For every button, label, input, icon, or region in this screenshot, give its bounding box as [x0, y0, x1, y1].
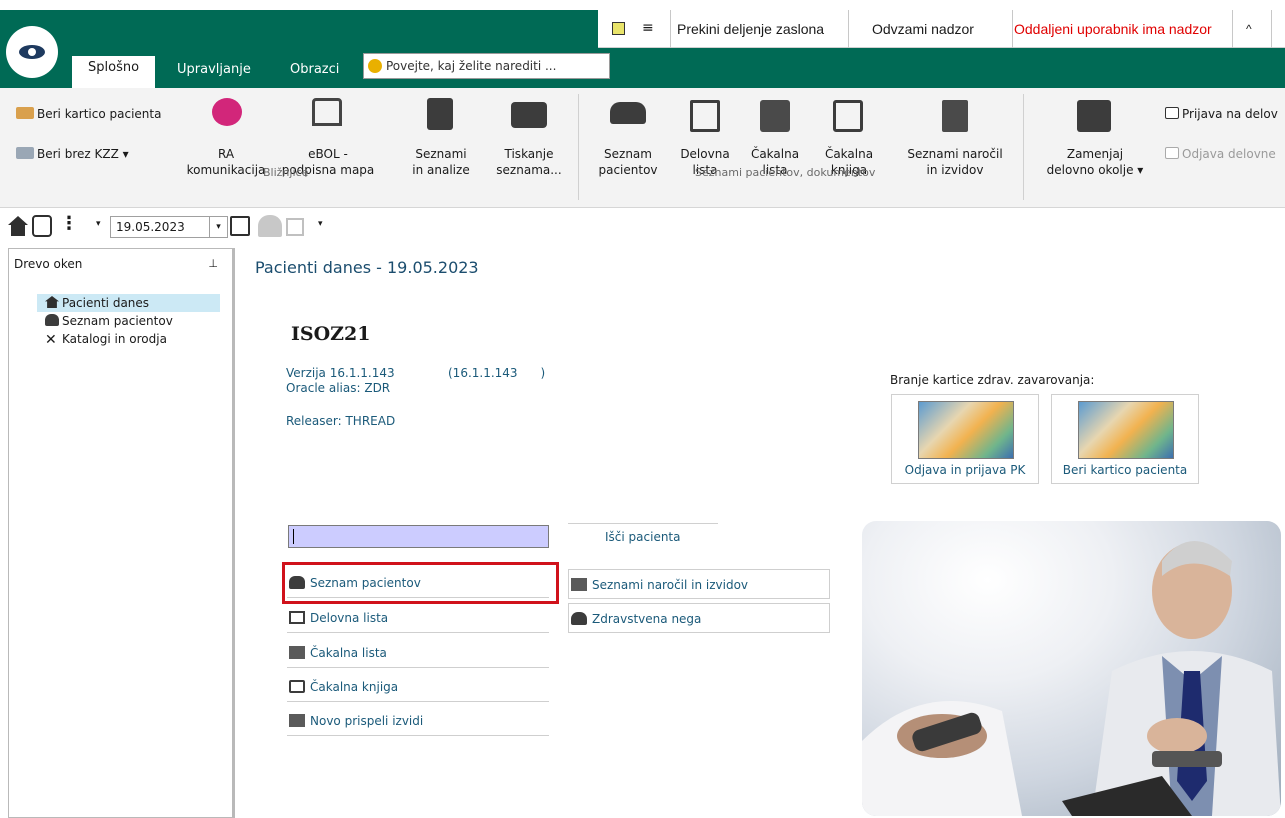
lightbulb-icon [368, 59, 382, 73]
search-patient-button[interactable]: Išči pacienta [568, 523, 718, 550]
read-without-card-button[interactable]: Beri brez KZZ ▾ [16, 146, 129, 162]
house-doc-icon [312, 98, 342, 126]
date-value: 19.05.2023 [116, 220, 185, 234]
collapse-chevron-icon[interactable]: ^ [1246, 10, 1252, 48]
version-text: Verzija 16.1.1.143 [286, 366, 395, 380]
group-label-shortcuts: Bližnjice [263, 166, 309, 179]
calendar-icon[interactable] [230, 216, 250, 236]
reports-icon [289, 714, 305, 727]
link-orders-reports[interactable]: Seznami naročil in izvidov [568, 569, 830, 599]
stop-sharing-button[interactable]: Prekini deljenje zaslona [677, 10, 824, 48]
card-reading-label: Branje kartice zdrav. zavarovanja: [890, 373, 1095, 387]
card-x-icon [16, 147, 34, 159]
orders-icon [942, 100, 968, 132]
workstation-login-button[interactable]: Prijava na delov [1165, 106, 1285, 122]
health-card-image [918, 401, 1014, 459]
patients-icon [610, 102, 646, 124]
app-logo [6, 26, 58, 78]
highlight-box [282, 562, 559, 604]
releaser-text: Releaser: THREAD [286, 414, 396, 428]
link-waiting-list[interactable]: Čakalna lista [287, 638, 549, 668]
patients-icon [45, 314, 59, 326]
work-list-icon [690, 100, 720, 132]
tree-item-patients-today[interactable]: Pacienti danes [37, 294, 220, 312]
tree-item-patient-list[interactable]: Seznam pacientov [45, 312, 173, 330]
link-new-reports[interactable]: Novo prispeli izvidi [287, 706, 549, 736]
page-title: Pacienti danes - 19.05.2023 [255, 258, 479, 277]
chevron-down-icon[interactable]: ▾ [209, 217, 227, 237]
patient-search-input[interactable] [288, 525, 549, 548]
tree-item-catalogs-tools[interactable]: ✕ Katalogi in orodja [45, 330, 167, 348]
group-label-lists: Seznami pacientov, dokumentov [695, 166, 876, 179]
oracle-alias-text: Oracle alias: ZDR [286, 381, 391, 395]
app-name: ISOZ21 [291, 323, 371, 345]
remote-control-status: Oddaljeni uporabnik ima nadzor [1014, 21, 1212, 37]
waiting-list-icon [760, 100, 790, 132]
waiting-book-icon [289, 680, 305, 693]
date-back-icon[interactable]: ▾ [96, 219, 101, 229]
card-icon [16, 107, 34, 119]
ra-communication-button[interactable]: RA komunikacija [186, 146, 266, 178]
clock-disabled-icon [286, 218, 304, 236]
tab-upravljanje[interactable]: Upravljanje [177, 60, 251, 88]
home-icon [45, 296, 59, 308]
tools-icon: ✕ [45, 332, 57, 348]
doctor-photo [862, 521, 1281, 816]
ribbon: Beri kartico pacienta Beri brez KZZ ▾ RA… [0, 88, 1285, 208]
switch-environment-icon [1077, 100, 1111, 132]
switch-environment-button[interactable]: Zamenjaj delovno okolje ▾ [1040, 146, 1150, 178]
version-paren-text: (16.1.1.143 ) [448, 366, 546, 380]
orders-icon [571, 578, 587, 591]
workstation-logout-button[interactable]: Odjava delovne [1165, 146, 1285, 162]
link-nursing[interactable]: Zdravstvena nega [568, 603, 830, 633]
menu-icon[interactable]: ≡ [642, 20, 654, 36]
orders-reports-button[interactable]: Seznami naročil in izvidov [895, 146, 1015, 178]
work-list-icon [289, 611, 305, 624]
link-work-list[interactable]: Delovna lista [287, 603, 549, 633]
pin-icon[interactable]: ⊥ [208, 257, 218, 270]
screen-share-bar: ≡ Prekini deljenje zaslona Odvzami nadzo… [598, 10, 1285, 48]
card-logout-login-button[interactable]: Odjava in prijava PK [891, 394, 1039, 484]
printer-icon [511, 102, 547, 128]
tab-obrazci[interactable]: Obrazci [290, 60, 339, 88]
login-icon [1165, 107, 1179, 119]
chat-icon [212, 98, 242, 126]
health-card-image [1078, 401, 1174, 459]
waiting-list-icon [289, 646, 305, 659]
lock-icon[interactable] [32, 215, 52, 237]
tab-splosno[interactable]: Splošno [72, 56, 156, 88]
doctor-photo-illustration [862, 541, 1281, 816]
waiting-book-icon [833, 100, 863, 132]
window-tree-header: Drevo oken [14, 257, 83, 271]
read-card-button[interactable]: Beri kartico pacienta [16, 106, 161, 122]
date-picker[interactable]: 19.05.2023 ▾ [110, 216, 228, 238]
document-check-icon [427, 98, 453, 130]
patient-list-button[interactable]: Seznam pacientov [590, 146, 666, 178]
link-waiting-book[interactable]: Čakalna knjiga [287, 672, 549, 702]
tell-me-text: Povejte, kaj želite narediti ... [386, 59, 557, 73]
nurse-icon [571, 612, 587, 625]
card-read-patient-button[interactable]: Beri kartico pacienta [1051, 394, 1199, 484]
patient-disabled-icon [258, 215, 282, 237]
share-plus-icon[interactable] [612, 22, 625, 35]
revoke-control-button[interactable]: Odvzami nadzor [872, 10, 974, 48]
lists-analyses-button[interactable]: Seznami in analize [410, 146, 472, 178]
tell-me-search[interactable]: Povejte, kaj želite narediti ... [363, 53, 610, 79]
print-list-button[interactable]: Tiskanje seznama... [492, 146, 566, 178]
customize-toolbar-icon[interactable]: ▾ [318, 219, 323, 229]
logout-icon [1165, 147, 1179, 159]
more-vertical-icon[interactable]: ⋮ [60, 213, 78, 234]
